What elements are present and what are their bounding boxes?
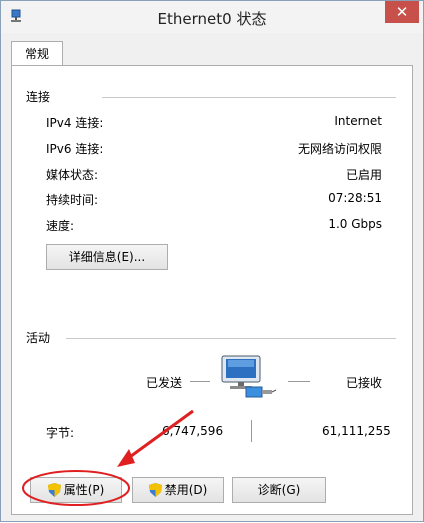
annotation-highlight-ellipse — [22, 470, 130, 506]
annotation-arrow-line — [126, 409, 194, 461]
network-status-dialog: Ethernet0 状态 ✕ 常规 连接 IPv4 连接: Internet I… — [0, 0, 424, 522]
annotation-arrowhead-icon — [117, 449, 135, 467]
annotation-overlay — [22, 409, 194, 506]
